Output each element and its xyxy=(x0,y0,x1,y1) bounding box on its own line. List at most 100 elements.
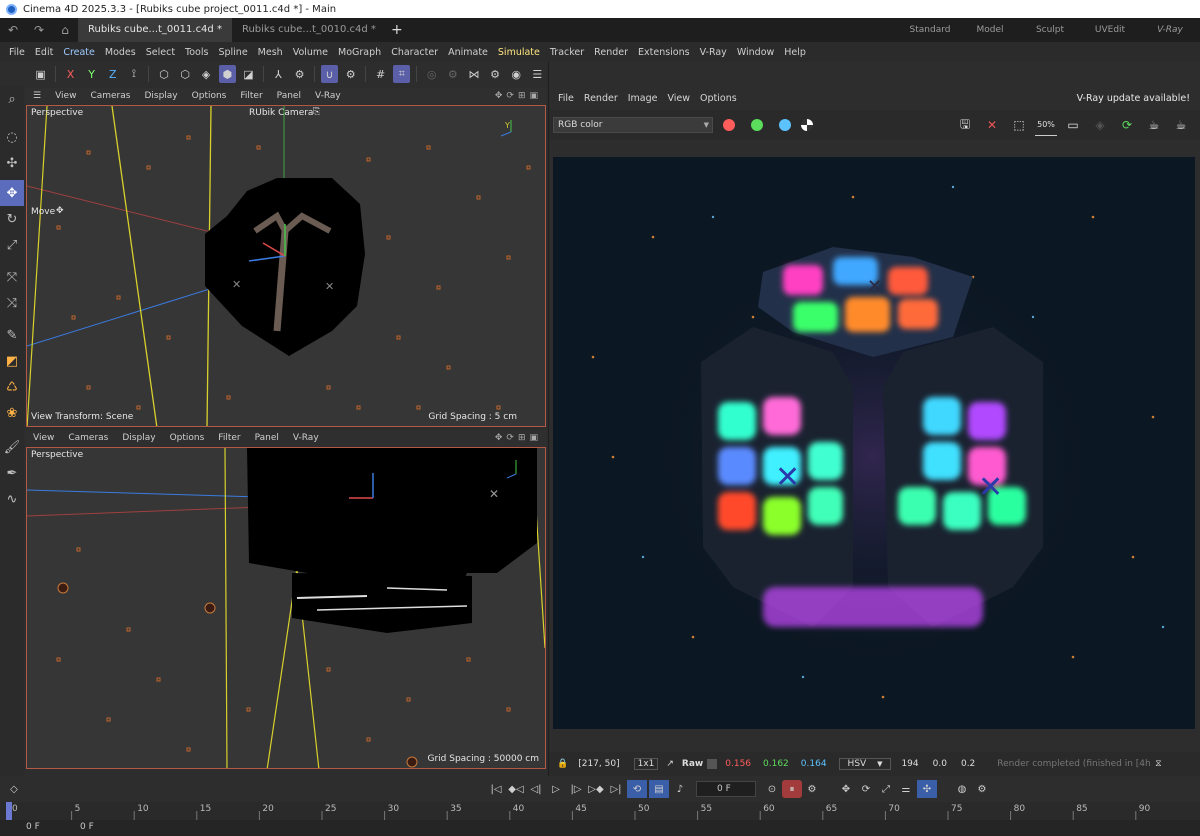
home-icon[interactable]: ⌂ xyxy=(52,23,78,37)
menu-select[interactable]: Select xyxy=(141,47,180,58)
menu-tracker[interactable]: Tracker xyxy=(545,47,589,58)
menu-edit[interactable]: Edit xyxy=(30,47,58,58)
red-channel-toggle[interactable] xyxy=(723,119,735,131)
edges-mode-icon[interactable]: ⬡ xyxy=(176,65,193,83)
menu-character[interactable]: Character xyxy=(386,47,443,58)
previous-key-icon[interactable]: ◆◁ xyxy=(506,780,526,798)
raw-toggle[interactable] xyxy=(707,759,718,769)
vfb-menu-image[interactable]: Image xyxy=(623,93,663,104)
menu-create[interactable]: Create xyxy=(58,47,100,58)
keyframe-interpolation-icon[interactable]: ◍ xyxy=(952,780,972,798)
menu-spline[interactable]: Spline xyxy=(213,47,252,58)
add-keyframe-diamond-icon[interactable]: ◇ xyxy=(4,780,24,798)
vp-menu-vray[interactable]: V-Ray xyxy=(286,433,326,443)
project-range-icon[interactable]: ▤ xyxy=(649,780,669,798)
menu-render[interactable]: Render xyxy=(589,47,633,58)
select-settings-icon[interactable]: ✣ xyxy=(0,150,24,176)
record-icon[interactable]: ⊙ xyxy=(762,780,782,798)
menu-file[interactable]: File xyxy=(4,47,30,58)
vray-icon[interactable]: ◉ xyxy=(508,65,525,83)
draw-icon[interactable]: ✒ xyxy=(0,460,24,486)
layout-standard[interactable]: Standard xyxy=(900,18,960,42)
spline-tool-icon[interactable]: ◩ xyxy=(0,348,24,374)
transform-tool-icon[interactable]: ⤧ xyxy=(0,264,24,290)
autokey-icon[interactable]: ⏸ xyxy=(782,780,802,798)
region-render-icon[interactable]: ⬚ xyxy=(1008,114,1030,136)
vfb-menu-view[interactable]: View xyxy=(663,93,696,104)
menu-window[interactable]: Window xyxy=(732,47,779,58)
stop-render-teapot-icon[interactable]: ☕ xyxy=(1170,114,1192,136)
axis-icon[interactable]: ⅄ xyxy=(270,65,287,83)
lock-x-axis-button[interactable]: X xyxy=(62,65,79,83)
vp-menu-display[interactable]: Display xyxy=(137,91,184,101)
rotate-tool-icon[interactable]: ↻ xyxy=(0,206,24,232)
soft-selection-gear-icon[interactable]: ⚙ xyxy=(444,65,461,83)
zoom-level-button[interactable]: 50% xyxy=(1035,114,1057,136)
document-tab-0010[interactable]: Rubiks cube...t_0010.c4d * xyxy=(232,18,386,42)
points-mode-icon[interactable]: ⬡ xyxy=(155,65,172,83)
active-camera-label[interactable]: RUbik Camera xyxy=(249,108,313,118)
vp-menu-panel[interactable]: Panel xyxy=(248,433,286,443)
panel-menu-icon[interactable]: ☰ xyxy=(26,91,48,101)
curve-icon[interactable]: ↗ xyxy=(662,759,678,769)
record-scale-icon[interactable]: ⤢ xyxy=(876,780,896,798)
document-tab-0011[interactable]: Rubiks cube...t_0011.c4d * xyxy=(78,18,232,42)
viewport-navigation-icons[interactable]: ✥⟳⊞▣ xyxy=(488,91,546,101)
vp-menu-view[interactable]: View xyxy=(26,433,61,443)
axis-settings-gear-icon[interactable]: ⚙ xyxy=(291,65,308,83)
menu-help[interactable]: Help xyxy=(779,47,811,58)
viewport-navigation-icons[interactable]: ✥⟳⊞▣ xyxy=(488,433,546,443)
layout-model[interactable]: Model xyxy=(960,18,1020,42)
layout-sculpt[interactable]: Sculpt xyxy=(1020,18,1080,42)
record-parameters-icon[interactable]: ⚌ xyxy=(896,780,916,798)
vp-menu-display[interactable]: Display xyxy=(115,433,162,443)
paint-tool-icon[interactable]: ❀ xyxy=(0,400,24,426)
sketch-tool-icon[interactable]: ♺ xyxy=(0,374,24,400)
snap-magnet-icon[interactable]: ∪ xyxy=(320,65,339,83)
vray-update-notice[interactable]: V-Ray update available! xyxy=(1072,93,1200,104)
vp-menu-panel[interactable]: Panel xyxy=(270,91,308,101)
current-frame-field[interactable]: 0 F xyxy=(696,781,756,797)
lock-z-axis-button[interactable]: Z xyxy=(104,65,121,83)
history-icon[interactable]: ⧖ xyxy=(1153,759,1165,769)
panel-menu-icon[interactable]: ☰ xyxy=(529,65,546,83)
pen-tool-icon[interactable]: ✎ xyxy=(0,322,24,348)
go-to-end-icon[interactable]: ▷| xyxy=(606,780,626,798)
render-channel-select[interactable]: RGB color ▼ xyxy=(553,117,713,133)
go-to-start-icon[interactable]: |◁ xyxy=(486,780,506,798)
back-icon[interactable]: ↶ xyxy=(0,23,26,37)
vp-menu-view[interactable]: View xyxy=(48,91,83,101)
previous-frame-icon[interactable]: ◁| xyxy=(526,780,546,798)
grid-snap-icon[interactable]: ⌗ xyxy=(393,65,411,83)
distort-tool-icon[interactable]: ⤨ xyxy=(0,290,24,316)
menu-tools[interactable]: Tools xyxy=(180,47,213,58)
vp-menu-cameras[interactable]: Cameras xyxy=(83,91,137,101)
layout-vray[interactable]: V-Ray xyxy=(1140,18,1200,42)
keyframe-selection-icon[interactable]: ⚙ xyxy=(802,780,822,798)
bottom-viewport[interactable]: ✕ Perspective Grid Spacing : 50000 cm xyxy=(26,447,546,769)
timeline-ruler[interactable]: 0 5 10 15 20 25 30 35 40 45 50 55 60 65 70 75 80 85 90 xyxy=(0,802,1200,820)
vp-menu-filter[interactable]: Filter xyxy=(211,433,247,443)
color-mode-select[interactable]: HSV ▼ xyxy=(838,758,892,770)
render-image[interactable]: ✕ ✕ ✕ xyxy=(553,157,1195,729)
vp-menu-vray[interactable]: V-Ray xyxy=(308,91,348,101)
interactive-render-icon[interactable]: ☕ xyxy=(1143,114,1165,136)
uv-mode-icon[interactable]: ◪ xyxy=(240,65,257,83)
vp-menu-cameras[interactable]: Cameras xyxy=(61,433,115,443)
vp-menu-options[interactable]: Options xyxy=(185,91,234,101)
lock-y-axis-button[interactable]: Y xyxy=(83,65,100,83)
sound-icon[interactable]: ♪ xyxy=(670,780,690,798)
coordinate-system-icon[interactable]: ⟟ xyxy=(125,65,142,83)
fit-to-window-icon[interactable]: ▭ xyxy=(1062,114,1084,136)
layout-uvedit[interactable]: UVEdit xyxy=(1080,18,1140,42)
polygons-mode-icon[interactable]: ◈ xyxy=(198,65,215,83)
vp-menu-filter[interactable]: Filter xyxy=(233,91,269,101)
loop-icon[interactable]: ⟲ xyxy=(627,780,647,798)
alpha-channel-toggle[interactable] xyxy=(801,119,813,131)
menu-mesh[interactable]: Mesh xyxy=(253,47,288,58)
vfb-menu-file[interactable]: File xyxy=(553,93,579,104)
menu-simulate[interactable]: Simulate xyxy=(493,47,545,58)
soft-selection-icon[interactable]: ◎ xyxy=(423,65,440,83)
camera-link-icon[interactable]: ⎘ xyxy=(313,107,320,117)
move-tool-icon[interactable]: ✥ xyxy=(0,180,24,206)
